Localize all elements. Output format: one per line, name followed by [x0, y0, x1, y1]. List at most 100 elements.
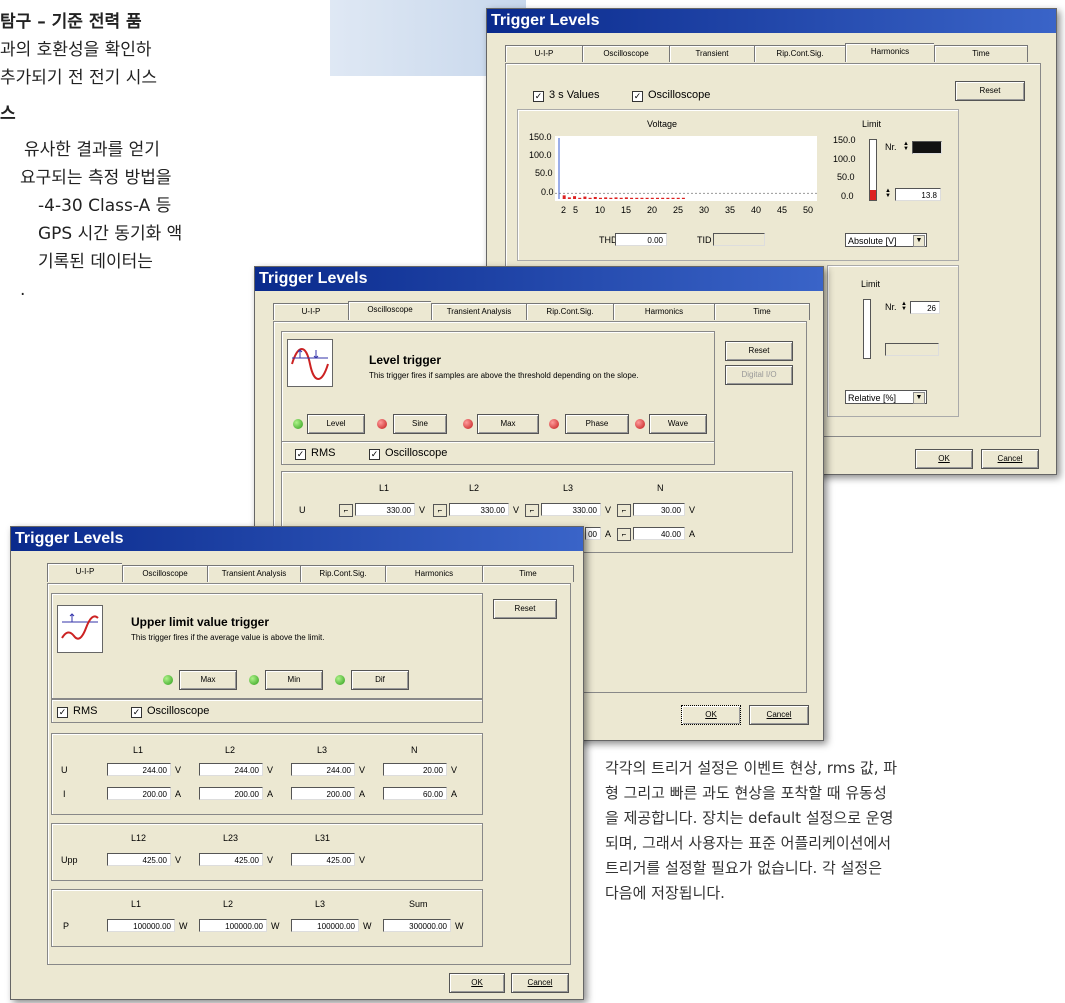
mode-button-level[interactable]: Level: [307, 414, 365, 434]
mode-button-sine[interactable]: Sine: [393, 414, 447, 434]
u-l3-field[interactable]: 330.00: [541, 503, 601, 516]
nr-field-2[interactable]: 26: [910, 301, 940, 314]
tab-transient[interactable]: Transient: [669, 45, 754, 62]
rising-slope-icon[interactable]: ⌐: [617, 504, 631, 517]
unit-label: A: [605, 529, 612, 539]
unit-label: V: [451, 765, 458, 775]
p-l3-field[interactable]: 100000.00: [291, 919, 359, 932]
u-n-field[interactable]: 30.00: [633, 503, 685, 516]
ok-button[interactable]: OK: [915, 449, 973, 469]
i-l3-field-partial[interactable]: 00: [585, 527, 601, 540]
checkbox-rms[interactable]: ✓ RMS: [57, 705, 97, 718]
nr-label-2: Nr.: [885, 302, 897, 312]
x-tick: 35: [725, 205, 736, 215]
tab-time[interactable]: Time: [482, 565, 574, 582]
mode-button-phase[interactable]: Phase: [565, 414, 629, 434]
harmonic-bar: [588, 197, 592, 199]
limit-slider[interactable]: [869, 139, 877, 201]
tab-rip-cont-sig[interactable]: Rip.Cont.Sig.: [526, 303, 613, 320]
ok-button[interactable]: OK: [681, 705, 741, 725]
tab-time[interactable]: Time: [934, 45, 1028, 62]
mode-dropdown-2[interactable]: Relative [%] ▼: [845, 390, 927, 404]
i-l1-field[interactable]: 200.00: [107, 787, 171, 800]
tab-rip-cont-sig[interactable]: Rip.Cont.Sig.: [300, 565, 385, 582]
tab-harmonics[interactable]: Harmonics: [845, 43, 934, 62]
tab-time[interactable]: Time: [714, 303, 810, 320]
checkbox-rms[interactable]: ✓ RMS: [295, 447, 335, 460]
i-n-field[interactable]: 40.00: [633, 527, 685, 540]
harmonic-bar: [635, 197, 639, 199]
tab-harmonics[interactable]: Harmonics: [613, 303, 714, 320]
digital-io-button: Digital I/O: [725, 365, 793, 385]
tab-uip[interactable]: U-I-P: [505, 45, 582, 62]
nr-field[interactable]: [912, 141, 942, 154]
u-l1-field[interactable]: 330.00: [355, 503, 415, 516]
column-header: L3: [317, 745, 328, 755]
u-l2-field[interactable]: 330.00: [449, 503, 509, 516]
i-n-field[interactable]: 60.00: [383, 787, 447, 800]
upp-l23-field[interactable]: 425.00: [199, 853, 263, 866]
cancel-button[interactable]: Cancel: [749, 705, 809, 725]
mode-value: Relative [%]: [848, 393, 897, 403]
limit-slider-fill: [870, 190, 876, 200]
u-l2-field[interactable]: 244.00: [199, 763, 263, 776]
checkbox-oscilloscope[interactable]: ✓ Oscilloscope: [369, 447, 447, 460]
nr-spinner-icon[interactable]: ▲ ▼: [903, 141, 909, 152]
mode-button-wave[interactable]: Wave: [649, 414, 707, 434]
p-sum-field[interactable]: 300000.00: [383, 919, 451, 932]
tab-harmonics[interactable]: Harmonics: [385, 565, 482, 582]
u-l3-field[interactable]: 244.00: [291, 763, 355, 776]
i-l3-field[interactable]: 200.00: [291, 787, 355, 800]
cancel-button[interactable]: Cancel: [981, 449, 1039, 469]
limit-value-field[interactable]: 13.8: [895, 188, 941, 201]
mode-button-dif[interactable]: Dif: [351, 670, 409, 690]
nr-spinner-icon[interactable]: ▲ ▼: [901, 301, 907, 312]
i-l2-field[interactable]: 200.00: [199, 787, 263, 800]
tab-oscilloscope[interactable]: Oscilloscope: [582, 45, 669, 62]
rising-slope-icon[interactable]: ⌐: [525, 504, 539, 517]
rising-slope-icon[interactable]: ⌐: [339, 504, 353, 517]
upp-l31-field[interactable]: 425.00: [291, 853, 355, 866]
x-tick: 2: [561, 205, 567, 215]
u-l1-field[interactable]: 244.00: [107, 763, 171, 776]
u-n-field[interactable]: 20.00: [383, 763, 447, 776]
tab-uip[interactable]: U-I-P: [47, 563, 122, 582]
reset-button[interactable]: Reset: [955, 81, 1025, 101]
caption-line: 형 그리고 빠른 과도 현상을 포착할 때 유동성: [605, 784, 887, 802]
p-l1-field[interactable]: 100000.00: [107, 919, 175, 932]
reset-button[interactable]: Reset: [493, 599, 557, 619]
tab-transient-analysis[interactable]: Transient Analysis: [207, 565, 300, 582]
rising-slope-icon[interactable]: ⌐: [617, 528, 631, 541]
reset-button[interactable]: Reset: [725, 341, 793, 361]
tab-oscilloscope[interactable]: Oscilloscope: [122, 565, 207, 582]
paragraph-line: 추가되기 전 전기 시스: [0, 68, 157, 88]
cancel-button[interactable]: Cancel: [511, 973, 569, 993]
p-l2-field[interactable]: 100000.00: [199, 919, 267, 932]
column-header: L1: [379, 483, 390, 493]
mode-button-max[interactable]: Max: [477, 414, 539, 434]
mode-dropdown[interactable]: Absolute [V] ▼: [845, 233, 927, 247]
mode-button-max[interactable]: Max: [179, 670, 237, 690]
thd-field[interactable]: 0.00: [615, 233, 667, 246]
checkbox-3s-values[interactable]: ✓ 3 s Values: [533, 89, 600, 102]
rising-slope-icon[interactable]: ⌐: [433, 504, 447, 517]
upp-l12-field[interactable]: 425.00: [107, 853, 171, 866]
caption-paragraph: 각각의 트리거 설정은 이벤트 현상, rms 값, 파 형 그리고 빠른 과도…: [605, 756, 1025, 906]
status-led-max: [163, 675, 173, 685]
trigger-title: Upper limit value trigger: [131, 615, 270, 629]
checkbox-oscilloscope[interactable]: ✓ Oscilloscope: [632, 89, 710, 102]
tab-uip[interactable]: U-I-P: [273, 303, 348, 320]
options-bar: [51, 699, 483, 723]
mode-button-min[interactable]: Min: [265, 670, 323, 690]
tab-oscilloscope[interactable]: Oscilloscope: [348, 301, 431, 320]
chart-title: Voltage: [647, 119, 678, 129]
limit-spinner-icon[interactable]: ▲ ▼: [885, 188, 891, 199]
limit-slider-2[interactable]: [863, 299, 871, 359]
trigger-levels-window-uip: Trigger Levels U-I-P Oscilloscope Transi…: [10, 526, 584, 1000]
tab-rip-cont-sig[interactable]: Rip.Cont.Sig.: [754, 45, 845, 62]
tab-transient-analysis[interactable]: Transient Analysis: [431, 303, 526, 320]
x-tick: 10: [595, 205, 606, 215]
checkbox-oscilloscope[interactable]: ✓ Oscilloscope: [131, 705, 209, 718]
ok-button[interactable]: OK: [449, 973, 505, 993]
unit-label: V: [359, 765, 366, 775]
